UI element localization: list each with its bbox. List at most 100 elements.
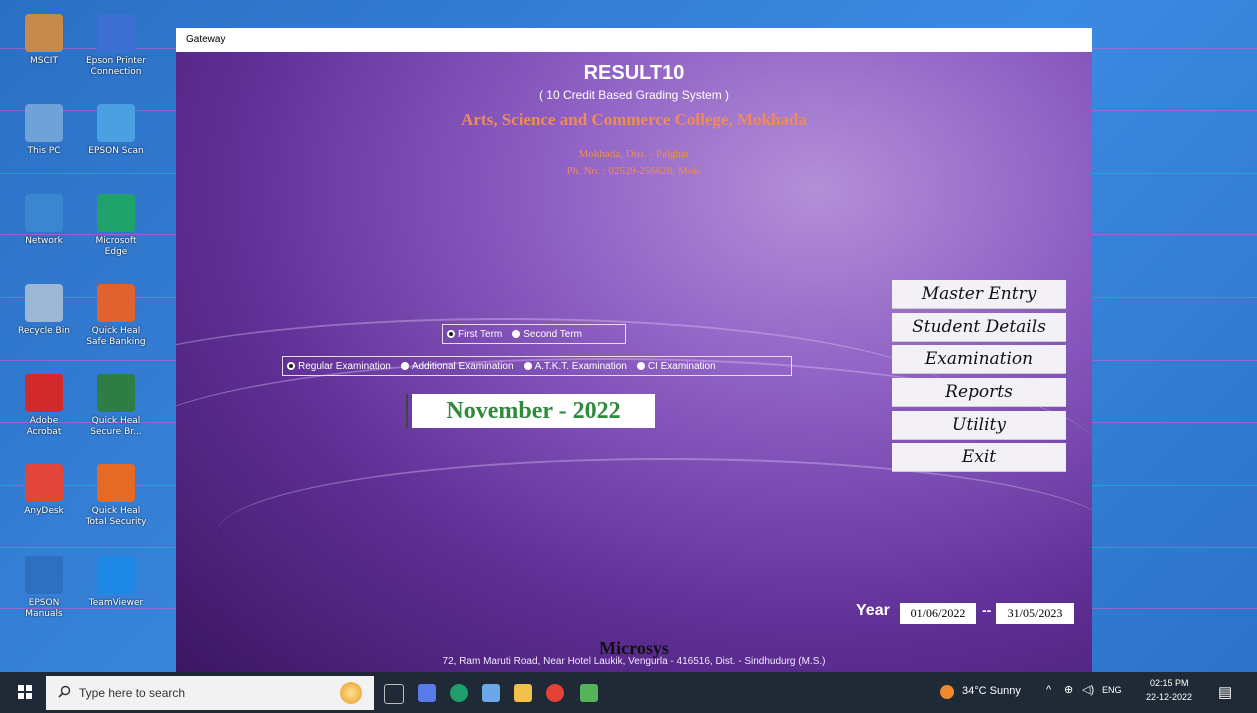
radio-dot (636, 362, 645, 370)
desktop-icon-image (25, 194, 63, 232)
desktop-icon[interactable]: MSCIT (8, 14, 80, 67)
menu-reports[interactable]: Reports (892, 378, 1066, 407)
desktop-icon[interactable]: AnyDesk (8, 464, 80, 517)
windows-start-icon[interactable] (18, 685, 32, 699)
menu-student-details[interactable]: Student Details (892, 313, 1066, 342)
chevron-up-icon[interactable]: ^ (1046, 684, 1051, 696)
radio-regular-examination[interactable]: Regular Examination (287, 361, 391, 372)
desktop-icon-label: Quick Heal Total Security (85, 506, 147, 527)
desktop-icon-label: MSCIT (30, 56, 58, 66)
edge-browser-icon[interactable] (450, 684, 468, 702)
desktop-icon[interactable]: EPSON Manuals (8, 556, 80, 620)
desktop-icon-label: Microsoft Edge (95, 236, 137, 257)
radio-dot-selected (287, 362, 295, 370)
year-to-field[interactable]: 31/05/2023 (996, 603, 1074, 624)
clock-date[interactable]: 22-12-2022 (1146, 692, 1192, 702)
college-phone: Ph. No. : 02529-256628, Mob. (566, 165, 702, 177)
desktop-icon[interactable]: Network (8, 194, 80, 247)
desktop-icon[interactable]: Quick Heal Safe Banking (80, 284, 152, 348)
desktop-icon-image (97, 464, 135, 502)
session-display[interactable]: November - 2022 (406, 394, 655, 428)
radio-label: CI Examination (647, 360, 716, 372)
desktop-icon-image (97, 556, 135, 594)
desktop-icon[interactable]: EPSON Scan (80, 104, 152, 157)
desktop-icon[interactable]: TeamViewer (80, 556, 152, 609)
desktop-icon-image (97, 284, 135, 322)
radio-dot (512, 330, 521, 338)
radio-label: First Term (458, 328, 503, 340)
desktop-icon[interactable]: Microsoft Edge (80, 194, 152, 258)
year-from-field[interactable]: 01/06/2022 (900, 603, 976, 624)
year-label: Year (856, 602, 890, 619)
search-icon (58, 685, 71, 701)
search-placeholder: Type here to search (79, 686, 186, 700)
desktop-icon[interactable]: This PC (8, 104, 80, 157)
college-address: Mokhada, Dist. - Palghar (578, 148, 690, 160)
store-icon[interactable] (482, 684, 500, 702)
desktop-icon[interactable]: Adobe Acrobat (8, 374, 80, 438)
clock-time[interactable]: 02:15 PM (1150, 678, 1189, 688)
radio-ci-examination[interactable]: CI Examination (636, 360, 716, 372)
radio-dot-selected (447, 330, 455, 338)
desktop-icon-image (25, 374, 63, 412)
desktop-icon-label: Quick Heal Secure Br... (90, 416, 142, 437)
desktop-icon[interactable]: Epson Printer Connection (80, 14, 152, 78)
volume-icon[interactable]: ◁) (1082, 683, 1094, 696)
zoom-app-icon[interactable] (418, 684, 436, 702)
file-explorer-icon[interactable] (514, 684, 532, 702)
radio-label: A.T.K.T. Examination (534, 360, 627, 372)
radio-additional-examination[interactable]: Additional Examination (400, 360, 514, 372)
weather-icon[interactable] (940, 685, 954, 699)
cortana-icon[interactable] (340, 682, 362, 704)
app-title: RESULT10 (583, 62, 685, 84)
menu-master-entry[interactable]: Master Entry (892, 280, 1066, 309)
radio-label: Second Term (523, 328, 583, 340)
desktop-icon-label: EPSON Manuals (25, 598, 63, 619)
desktop-icon[interactable]: Recycle Bin (8, 284, 80, 337)
task-view-icon[interactable] (384, 684, 404, 704)
window-titlebar[interactable]: Gateway (176, 28, 1092, 52)
result10-app-icon[interactable] (580, 684, 598, 702)
taskbar-search-box[interactable]: Type here to search (46, 676, 374, 710)
desktop-icon-image (97, 194, 135, 232)
desktop-icon-label: Quick Heal Safe Banking (86, 326, 146, 347)
network-icon[interactable]: ⊕ (1064, 683, 1073, 696)
desktop-icon-image (25, 556, 63, 594)
college-name: Arts, Science and Commerce College, Mokh… (461, 110, 807, 129)
language-indicator[interactable]: ENG (1102, 685, 1122, 695)
company-address: 72, Ram Maruti Road, Near Hotel Laukik, … (442, 656, 826, 667)
radio-atkt-examination[interactable]: A.T.K.T. Examination (523, 360, 627, 372)
decorative-wave (216, 458, 1092, 610)
desktop-icon-label: This PC (27, 146, 61, 156)
desktop-icon-image (97, 104, 135, 142)
desktop-icon[interactable]: Quick Heal Total Security (80, 464, 152, 528)
desktop-icon-label: Adobe Acrobat (26, 416, 62, 437)
radio-label: Regular Examination (298, 360, 391, 372)
desktop-icon-image (25, 284, 63, 322)
desktop-icon-image (25, 464, 63, 502)
gateway-window: Gateway RESULT10 ( 10 Credit Based Gradi… (176, 28, 1092, 674)
taskbar: Type here to search 34°C Sunny ^ ⊕ ◁) EN… (0, 672, 1257, 713)
radio-dot (400, 362, 409, 370)
radio-label: Additional Examination (411, 360, 514, 372)
notification-icon[interactable]: ▤ (1218, 683, 1232, 701)
menu-examination[interactable]: Examination (892, 345, 1066, 374)
desktop-icon[interactable]: Quick Heal Secure Br... (80, 374, 152, 438)
radio-dot (523, 362, 532, 370)
desktop-icon-label: AnyDesk (24, 506, 64, 516)
menu-utility[interactable]: Utility (892, 411, 1066, 440)
desktop-icon-label: Recycle Bin (18, 326, 70, 336)
radio-second-term[interactable]: Second Term (512, 329, 582, 340)
desktop-icon-image (25, 104, 63, 142)
desktop-icon-label: EPSON Scan (88, 146, 144, 156)
menu-exit[interactable]: Exit (892, 443, 1066, 472)
desktop-icon-image (97, 374, 135, 412)
desktop-icon-image (25, 14, 63, 52)
weather-text[interactable]: 34°C Sunny (962, 685, 1021, 697)
desktop-icon-image (97, 14, 135, 52)
radio-first-term[interactable]: First Term (447, 329, 502, 340)
chrome-browser-icon[interactable] (546, 684, 564, 702)
exam-type-radio-group: Regular Examination Additional Examinati… (282, 356, 792, 376)
desktop-icon-label: TeamViewer (88, 598, 144, 608)
desktop-icon-label: Network (25, 236, 63, 246)
